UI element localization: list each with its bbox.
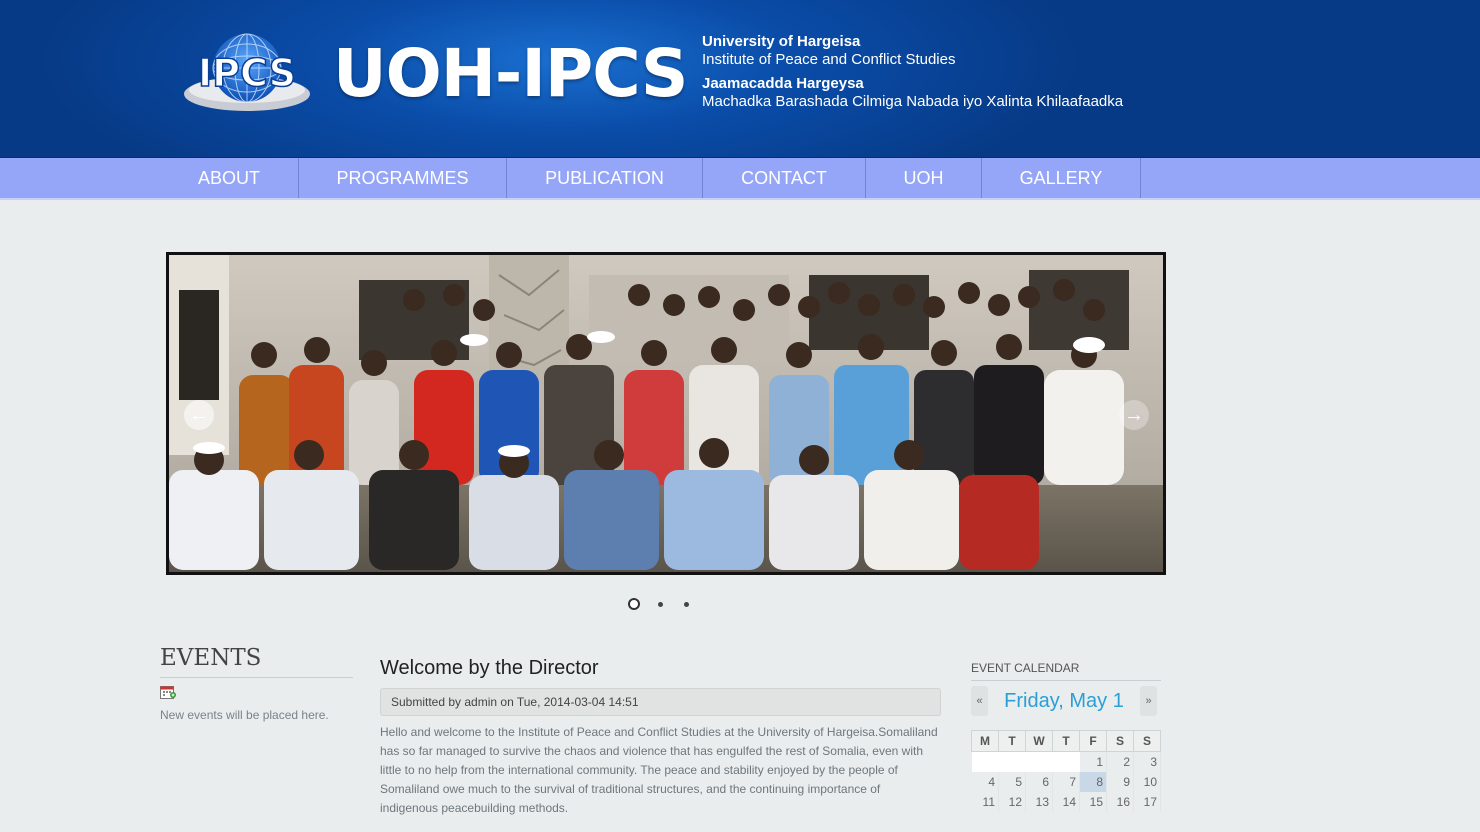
event-calendar: EVENT CALENDAR « Friday, May 1 » M T W T…	[971, 661, 1161, 812]
article-title[interactable]: Welcome by the Director	[380, 657, 941, 680]
events-title: EVENTS	[160, 645, 353, 678]
calendar-day[interactable]: 1	[1079, 751, 1107, 772]
slider-prev-arrow-icon[interactable]: ←	[184, 400, 214, 430]
site-header: IPCS UOH-IPCS University of Hargeisa Ins…	[0, 0, 1480, 158]
calendar-day[interactable]: 9	[1106, 771, 1134, 792]
institution-so-name: Jaamacadda Hargeysa	[702, 75, 864, 92]
calendar-day[interactable]: 4	[971, 771, 999, 792]
nav-item-publication[interactable]: PUBLICATION	[507, 158, 703, 198]
calendar-day[interactable]: 3	[1133, 751, 1161, 772]
nav-item-about[interactable]: ABOUT	[160, 158, 299, 198]
nav-item-gallery[interactable]: GALLERY	[982, 158, 1141, 198]
calendar-day[interactable]: 13	[1025, 791, 1053, 812]
calendar-day[interactable]: 5	[998, 771, 1026, 792]
slider-next-arrow-icon[interactable]: →	[1119, 400, 1149, 430]
slider-dot-3[interactable]	[680, 598, 692, 610]
calendar-next-button[interactable]: »	[1140, 686, 1157, 716]
welcome-article: Welcome by the Director Submitted by adm…	[380, 657, 941, 818]
calendar-day-empty	[998, 751, 1026, 772]
article-submitted-meta: Submitted by admin on Tue, 2014-03-04 14…	[380, 688, 941, 716]
slide-group-photo	[169, 255, 1163, 572]
weekday-header: S	[1133, 730, 1161, 752]
calendar-day[interactable]: 17	[1133, 791, 1161, 812]
calendar-day[interactable]: 16	[1106, 791, 1134, 812]
institution-en-sub: Institute of Peace and Conflict Studies	[702, 51, 956, 68]
svg-text:IPCS: IPCS	[198, 51, 296, 95]
calendar-header: « Friday, May 1 »	[971, 686, 1161, 716]
weekday-header: T	[1052, 730, 1080, 752]
slider-dot-2[interactable]	[654, 598, 666, 610]
calendar-day-empty	[1052, 751, 1080, 772]
calendar-day[interactable]: 2	[1106, 751, 1134, 772]
events-block: EVENTS New events will be placed here.	[160, 645, 353, 722]
calendar-prev-button[interactable]: «	[971, 686, 988, 716]
image-slider: ← →	[166, 252, 1166, 575]
slider-dot-1[interactable]	[628, 598, 640, 610]
article-body: Hello and welcome to the Institute of Pe…	[380, 725, 938, 815]
nav-item-programmes[interactable]: PROGRAMMES	[299, 158, 507, 198]
ipcs-globe-logo[interactable]: IPCS	[183, 30, 311, 114]
calendar-day[interactable]: 11	[971, 791, 999, 812]
weekday-header: F	[1079, 730, 1107, 752]
nav-item-uoh[interactable]: UOH	[866, 158, 982, 198]
calendar-day[interactable]: 15	[1079, 791, 1107, 812]
calendar-day-empty	[971, 751, 999, 772]
nav-item-contact[interactable]: CONTACT	[703, 158, 866, 198]
weekday-header: S	[1106, 730, 1134, 752]
calendar-current-date[interactable]: Friday, May 1	[988, 690, 1140, 713]
weekday-header: W	[1025, 730, 1053, 752]
calendar-day[interactable]: 7	[1052, 771, 1080, 792]
institution-so-sub: Machadka Barashada Cilmiga Nabada iyo Xa…	[702, 93, 1124, 110]
main-nav: ABOUT PROGRAMMES PUBLICATION CONTACT UOH…	[0, 158, 1480, 200]
calendar-day[interactable]: 14	[1052, 791, 1080, 812]
calendar-day-empty	[1025, 751, 1053, 772]
institution-en-name: University of Hargeisa	[702, 33, 861, 50]
calendar-day[interactable]: 12	[998, 791, 1026, 812]
weekday-header: M	[971, 730, 999, 752]
calendar-day[interactable]: 10	[1133, 771, 1161, 792]
calendar-day[interactable]: 6	[1025, 771, 1053, 792]
slider-pagination	[628, 598, 692, 610]
calendar-grid: M T W T F S S 1 2 3 4 5 6 7 8 9 10 11 12…	[971, 730, 1161, 812]
calendar-title: EVENT CALENDAR	[971, 661, 1161, 681]
events-empty-text: New events will be placed here.	[160, 708, 329, 722]
weekday-header: T	[998, 730, 1026, 752]
calendar-add-icon[interactable]	[160, 685, 176, 699]
calendar-day-today[interactable]: 8	[1079, 771, 1107, 792]
institution-block: University of Hargeisa Institute of Peac…	[702, 33, 1123, 111]
site-brand-title[interactable]: UOH-IPCS	[333, 34, 688, 114]
